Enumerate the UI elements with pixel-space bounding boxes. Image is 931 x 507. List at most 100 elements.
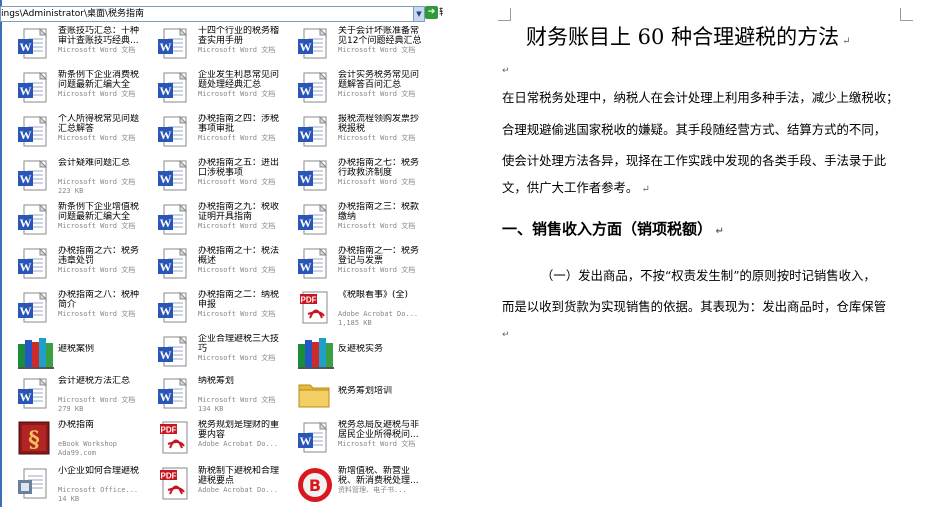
file-item[interactable]: 反避税实务 bbox=[280, 332, 420, 374]
file-type: Microsoft Word 文档 bbox=[198, 310, 276, 318]
file-item[interactable]: W 税务总局反避税与非居民企业所得税问... Microsoft Word 文档 bbox=[280, 418, 420, 460]
file-item[interactable]: W 办税指南之十：税法概述 Microsoft Word 文档 bbox=[140, 244, 280, 286]
file-item[interactable]: W 查账技巧汇总：十种审计查账技巧经典... Microsoft Word 文档 bbox=[0, 24, 140, 66]
svg-text:W: W bbox=[160, 260, 172, 274]
svg-text:W: W bbox=[300, 434, 312, 448]
file-list: W 查账技巧汇总：十种审计查账技巧经典... Microsoft Word 文档 … bbox=[0, 24, 443, 507]
svg-text:W: W bbox=[160, 84, 172, 98]
books-icon bbox=[296, 334, 334, 370]
file-name: 十四个行业的税务稽查实用手册 bbox=[198, 26, 280, 46]
word-doc-icon: W bbox=[16, 202, 52, 238]
file-type: 资料管理、电子书... bbox=[338, 486, 407, 494]
svg-text:W: W bbox=[300, 84, 312, 98]
file-item[interactable]: 税务筹划培训 bbox=[280, 374, 420, 416]
svg-text:PDF: PDF bbox=[161, 472, 177, 481]
file-item[interactable]: W 办税指南之六：税务违章处罚 Microsoft Word 文档 bbox=[0, 244, 140, 286]
word-doc-icon: W bbox=[156, 334, 192, 370]
file-type: Microsoft Word 文档 bbox=[58, 134, 136, 142]
file-type: Microsoft Word 文档 bbox=[58, 178, 136, 186]
file-name: 办税指南之八：税种简介 bbox=[58, 290, 140, 310]
svg-text:W: W bbox=[20, 172, 32, 186]
file-item[interactable]: § 办税指南 eBook Workshop Ada99.com bbox=[0, 418, 140, 460]
file-name: 税务总局反避税与非居民企业所得税问... bbox=[338, 420, 420, 440]
file-name: 办税指南之四：涉税事项审批 bbox=[198, 114, 280, 134]
file-item[interactable]: W 办税指南之五：进出口涉税事项 Microsoft Word 文档 bbox=[140, 156, 280, 198]
file-item[interactable]: W 办税指南之九：税收证明开具指南 Microsoft Word 文档 bbox=[140, 200, 280, 242]
file-type: Microsoft Word 文档 bbox=[198, 46, 276, 54]
svg-text:W: W bbox=[20, 216, 32, 230]
word-doc-icon: W bbox=[156, 376, 192, 412]
file-type: Microsoft Word 文档 bbox=[338, 134, 416, 142]
go-button-label[interactable]: 转 bbox=[439, 6, 443, 20]
file-item[interactable]: PDF 税务规划是理财的重要内容 Adobe Acrobat Do... bbox=[140, 418, 280, 460]
file-explorer-window: ings\Administrator\桌面\税务指南 ▼ ➔ 转 W 查账技巧汇… bbox=[0, 0, 443, 507]
section-line-1: （一）发出商品，不按“权责发生制”的原则按时记销售收入， bbox=[541, 268, 876, 283]
file-name: 会计疑难问题汇总 bbox=[58, 158, 131, 168]
address-dropdown-button[interactable]: ▼ bbox=[413, 6, 425, 22]
file-item[interactable]: W 会计避税方法汇总 Microsoft Word 文档 279 KB bbox=[0, 374, 140, 416]
file-name: 《税眼看事》(全) bbox=[338, 290, 409, 300]
file-item[interactable]: W 办税指南之二：纳税申报 Microsoft Word 文档 bbox=[140, 288, 280, 330]
svg-text:W: W bbox=[160, 128, 172, 142]
word-doc-icon: W bbox=[16, 376, 52, 412]
word-doc-icon: W bbox=[296, 202, 332, 238]
file-size: 279 KB bbox=[58, 405, 84, 413]
file-item[interactable]: W 办税指南之四：涉税事项审批 Microsoft Word 文档 bbox=[140, 112, 280, 154]
file-item[interactable]: W 纳税筹划 Microsoft Word 文档 134 KB bbox=[140, 374, 280, 416]
file-name: 办税指南之九：税收证明开具指南 bbox=[198, 202, 280, 222]
file-item[interactable]: W 报税流程领购发票抄税报税 Microsoft Word 文档 bbox=[280, 112, 420, 154]
file-item[interactable]: PDF 《税眼看事》(全) Adobe Acrobat Do... 1,185 KB bbox=[280, 288, 420, 330]
file-name: 企业合理避税三大技巧 bbox=[198, 334, 280, 354]
file-size: 134 KB bbox=[198, 405, 224, 413]
file-type: Microsoft Word 文档 bbox=[58, 222, 136, 230]
file-name: 企业发生利息常见问题处理经典汇总 bbox=[198, 70, 280, 90]
svg-text:W: W bbox=[160, 390, 172, 404]
file-item[interactable]: B 新增值税、新营业税、新消费税处理... 资料管理、电子书... bbox=[280, 464, 420, 506]
file-item[interactable]: W 办税指南之一：税务登记与发票 Microsoft Word 文档 bbox=[280, 244, 420, 286]
svg-text:W: W bbox=[160, 304, 172, 318]
document-title: 财务账目上 60 种合理避税的方法 ↵ bbox=[526, 25, 851, 49]
file-item[interactable]: W 个人所得税常见问题汇总解答 Microsoft Word 文档 bbox=[0, 112, 140, 154]
file-item[interactable]: W 企业发生利息常见问题处理经典汇总 Microsoft Word 文档 bbox=[140, 68, 280, 110]
word-doc-icon: W bbox=[16, 158, 52, 194]
word-doc-icon: W bbox=[156, 114, 192, 150]
file-item[interactable]: W 新条例下企业增值税问题最新汇编大全 Microsoft Word 文档 bbox=[0, 200, 140, 242]
file-item[interactable]: W 办税指南之八：税种简介 Microsoft Word 文档 bbox=[0, 288, 140, 330]
file-name: 报税流程领购发票抄税报税 bbox=[338, 114, 420, 134]
file-item[interactable]: W 新条例下企业消费税问题最新汇编大全2...Microsoft Word 文档 bbox=[0, 68, 140, 110]
file-item[interactable]: W 办税指南之三：税款缴纳 Microsoft Word 文档 bbox=[280, 200, 420, 242]
file-item[interactable]: W 办税指南之七：税务行政救济制度 Microsoft Word 文档 bbox=[280, 156, 420, 198]
file-item[interactable]: 避税案例 bbox=[0, 332, 140, 374]
file-item[interactable]: W 关于会计坏账准备常见12个问题经典汇总 Microsoft Word 文档 bbox=[280, 24, 421, 66]
file-item[interactable]: W 十四个行业的税务稽查实用手册 Microsoft Word 文档 bbox=[140, 24, 280, 66]
ebook-icon: § bbox=[16, 420, 52, 456]
address-input[interactable]: ings\Administrator\桌面\税务指南 bbox=[0, 6, 414, 22]
svg-text:W: W bbox=[160, 40, 172, 54]
file-name: 办税指南之一：税务登记与发票 bbox=[338, 246, 420, 266]
file-item[interactable]: W 会计疑难问题汇总 Microsoft Word 文档 223 KB bbox=[0, 156, 140, 198]
books-icon bbox=[16, 334, 54, 370]
file-item[interactable]: 小企业如何合理避税 Microsoft Office... 14 KB bbox=[0, 464, 140, 506]
word-doc-icon: W bbox=[296, 70, 332, 106]
file-name: 查账技巧汇总：十种审计查账技巧经典... bbox=[58, 26, 140, 46]
file-name: 会计避税方法汇总 bbox=[58, 376, 131, 386]
red-app-icon: B bbox=[296, 466, 332, 502]
file-type: Microsoft Word 文档 bbox=[198, 178, 276, 186]
word-doc-icon: W bbox=[156, 246, 192, 282]
file-type: Microsoft Word 文档 bbox=[198, 266, 276, 274]
svg-text:W: W bbox=[20, 390, 32, 404]
file-size: 1,185 KB bbox=[338, 319, 372, 327]
file-name: 小企业如何合理避税 bbox=[58, 466, 140, 476]
file-type: Microsoft Word 文档 bbox=[338, 222, 416, 230]
file-type: Microsoft Word 文档 bbox=[198, 222, 276, 230]
file-item[interactable]: PDF 新税制下避税和合理避税要点 Adobe Acrobat Do... bbox=[140, 464, 280, 506]
go-arrow-icon[interactable]: ➔ bbox=[425, 6, 438, 19]
svg-text:W: W bbox=[20, 84, 32, 98]
file-type: Microsoft Word 文档 bbox=[58, 90, 136, 98]
file-name: 税务筹划培训 bbox=[338, 386, 393, 396]
file-item[interactable]: W 企业合理避税三大技巧 Microsoft Word 文档 bbox=[140, 332, 280, 374]
file-type: Microsoft Word 文档 bbox=[58, 46, 136, 54]
file-item[interactable]: W 会计实务税务常见问题解答百问汇总 Microsoft Word 文档 bbox=[280, 68, 420, 110]
file-type: Microsoft Word 文档 bbox=[338, 90, 416, 98]
pdf-icon: PDF bbox=[156, 466, 192, 502]
